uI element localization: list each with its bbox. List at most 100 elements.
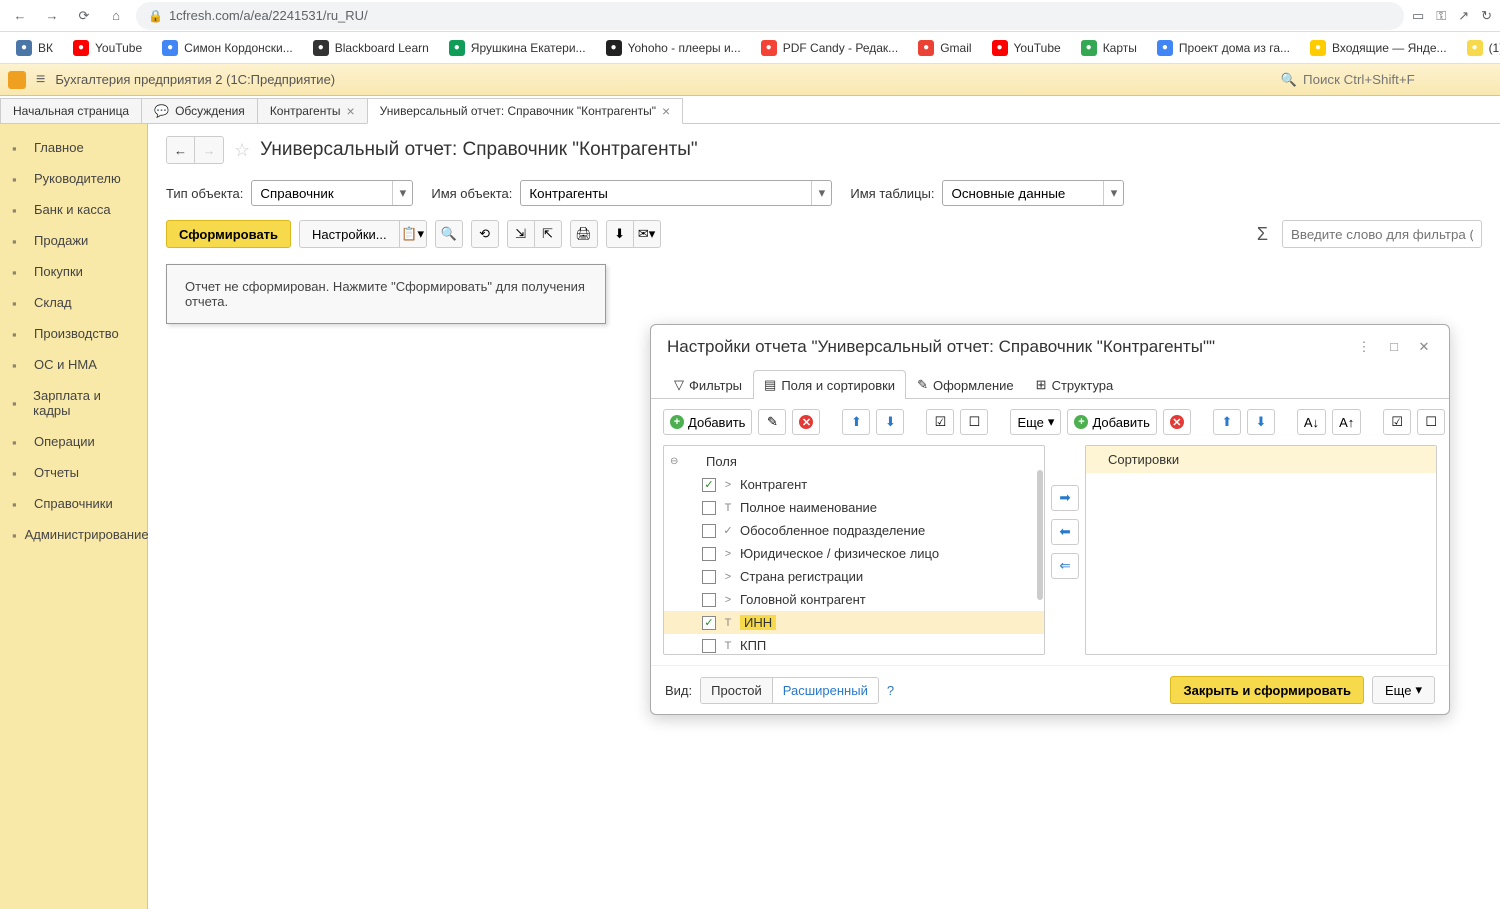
sort-tree[interactable] <box>1086 473 1436 654</box>
checkbox[interactable] <box>702 501 716 515</box>
table-name-combo[interactable]: ▾ <box>942 180 1124 206</box>
settings-menu-button[interactable]: 📋▾ <box>399 220 427 248</box>
sidebar-item[interactable]: ▪Отчеты <box>0 457 147 488</box>
close-icon[interactable]: ✕ <box>1415 339 1433 355</box>
scrollbar-thumb[interactable] <box>1037 470 1043 600</box>
field-row[interactable]: > Головной контрагент <box>664 588 1044 611</box>
table-name-input[interactable] <box>943 181 1103 205</box>
ext-icon[interactable]: ⚿ <box>1436 8 1446 24</box>
collapse-button[interactable]: ⇱ <box>534 220 562 248</box>
sort-up-button[interactable]: ⬆ <box>1213 409 1241 435</box>
close-icon[interactable]: × <box>662 104 670 118</box>
more-icon[interactable]: ⋮ <box>1355 339 1373 355</box>
refresh-button[interactable]: ⟲ <box>471 220 499 248</box>
footer-more-button[interactable]: Еще ▾ <box>1372 676 1435 704</box>
find-button[interactable]: 🔍 <box>435 220 463 248</box>
obj-type-combo[interactable]: ▾ <box>251 180 413 206</box>
bookmark-item[interactable]: ●Проект дома из га... <box>1149 36 1298 60</box>
uncheck-all-button[interactable]: ☐ <box>960 409 988 435</box>
expand-button[interactable]: ⇲ <box>507 220 535 248</box>
fields-tree[interactable]: ⊖ Поля > Контрагент T Полное наименовани… <box>664 446 1044 654</box>
bookmark-item[interactable]: ●Blackboard Learn <box>305 36 437 60</box>
move-down-button[interactable]: ⬇ <box>876 409 904 435</box>
sidebar-item[interactable]: ▪Производство <box>0 318 147 349</box>
view-advanced-button[interactable]: Расширенный <box>773 678 878 703</box>
checkbox[interactable] <box>702 547 716 561</box>
tab-design[interactable]: ✎Оформление <box>906 370 1025 399</box>
bookmark-item[interactable]: ●(1) Бухгалтерия пр... <box>1459 36 1500 60</box>
app-tab[interactable]: Универсальный отчет: Справочник "Контраг… <box>367 98 684 124</box>
delete-sort-button[interactable]: ✕ <box>1163 409 1191 435</box>
bookmark-item[interactable]: ●ВК <box>8 36 61 60</box>
save-button[interactable]: ⬇ <box>606 220 634 248</box>
app-tab[interactable]: Контрагенты× <box>257 98 368 123</box>
add-sort-button[interactable]: +Добавить <box>1067 409 1156 435</box>
bookmark-item[interactable]: ●PDF Candy - Редак... <box>753 36 907 60</box>
app-search[interactable]: 🔍 <box>1272 69 1492 91</box>
obj-type-input[interactable] <box>252 181 392 205</box>
field-row[interactable]: > Юридическое / физическое лицо <box>664 542 1044 565</box>
add-field-button[interactable]: +Добавить <box>663 409 752 435</box>
move-left-button[interactable]: ⬅ <box>1051 519 1079 545</box>
obj-name-combo[interactable]: ▾ <box>520 180 832 206</box>
sort-asc-button[interactable]: A↓ <box>1297 409 1326 435</box>
checkbox[interactable] <box>702 593 716 607</box>
check-all-button[interactable]: ☑ <box>926 409 954 435</box>
sidebar-item[interactable]: ▪Зарплата и кадры <box>0 380 147 426</box>
field-row[interactable]: ✓ Обособленное подразделение <box>664 519 1044 542</box>
generate-button[interactable]: Сформировать <box>166 220 291 248</box>
ext-icon[interactable]: ↗ <box>1458 8 1469 24</box>
close-icon[interactable]: × <box>346 104 354 118</box>
field-row[interactable]: > Контрагент <box>664 473 1044 496</box>
move-up-button[interactable]: ⬆ <box>842 409 870 435</box>
bookmark-item[interactable]: ●Yohoho - плееры и... <box>598 36 749 60</box>
sort-down-button[interactable]: ⬇ <box>1247 409 1275 435</box>
sort-desc-button[interactable]: A↑ <box>1332 409 1361 435</box>
settings-button[interactable]: Настройки... <box>299 220 400 248</box>
sidebar-item[interactable]: ▪ОС и НМА <box>0 349 147 380</box>
sidebar-item[interactable]: ▪Банк и касса <box>0 194 147 225</box>
app-tab[interactable]: Начальная страница <box>0 98 142 123</box>
sidebar-item[interactable]: ▪Склад <box>0 287 147 318</box>
collapse-icon[interactable]: ⊖ <box>670 456 680 467</box>
page-back-button[interactable]: ← <box>167 137 195 163</box>
more-button[interactable]: Еще ▾ <box>1010 409 1061 435</box>
bookmark-item[interactable]: ●Симон Кордонски... <box>154 36 301 60</box>
edit-button[interactable]: ✎ <box>758 409 786 435</box>
checkbox[interactable] <box>702 616 716 630</box>
bookmark-item[interactable]: ●Gmail <box>910 36 979 60</box>
home-button[interactable]: ⌂ <box>104 4 128 28</box>
filter-input[interactable] <box>1282 220 1482 248</box>
reload-button[interactable]: ⟳ <box>72 4 96 28</box>
tab-fields[interactable]: ▤Поля и сортировки <box>753 370 906 399</box>
tab-structure[interactable]: ⊞Структура <box>1025 370 1125 399</box>
fields-root[interactable]: ⊖ Поля <box>664 450 1044 473</box>
search-input[interactable] <box>1303 72 1483 87</box>
page-forward-button[interactable]: → <box>195 137 223 163</box>
move-all-left-button[interactable]: ⇐ <box>1051 553 1079 579</box>
sigma-icon[interactable]: Σ <box>1257 224 1268 245</box>
close-generate-button[interactable]: Закрыть и сформировать <box>1170 676 1364 704</box>
menu-icon[interactable]: ≡ <box>36 71 45 89</box>
forward-button[interactable]: → <box>40 4 64 28</box>
field-row[interactable]: > Страна регистрации <box>664 565 1044 588</box>
bookmark-item[interactable]: ●Ярушкина Екатери... <box>441 36 594 60</box>
checkbox[interactable] <box>702 639 716 653</box>
sidebar-item[interactable]: ▪Покупки <box>0 256 147 287</box>
maximize-icon[interactable]: □ <box>1385 339 1403 355</box>
move-right-button[interactable]: ➡ <box>1051 485 1079 511</box>
bookmark-item[interactable]: ●Карты <box>1073 36 1145 60</box>
check-all-sort-button[interactable]: ☑ <box>1383 409 1411 435</box>
bookmark-item[interactable]: ●YouTube <box>65 36 150 60</box>
checkbox[interactable] <box>702 478 716 492</box>
sidebar-item[interactable]: ▪Главное <box>0 132 147 163</box>
email-button[interactable]: ✉▾ <box>633 220 661 248</box>
sidebar-item[interactable]: ▪Операции <box>0 426 147 457</box>
ext-icon[interactable]: ↻ <box>1481 8 1492 24</box>
sidebar-item[interactable]: ▪Справочники <box>0 488 147 519</box>
obj-name-input[interactable] <box>521 181 811 205</box>
sidebar-item[interactable]: ▪Администрирование <box>0 519 147 550</box>
checkbox[interactable] <box>702 524 716 538</box>
uncheck-all-sort-button[interactable]: ☐ <box>1417 409 1445 435</box>
sidebar-item[interactable]: ▪Руководителю <box>0 163 147 194</box>
